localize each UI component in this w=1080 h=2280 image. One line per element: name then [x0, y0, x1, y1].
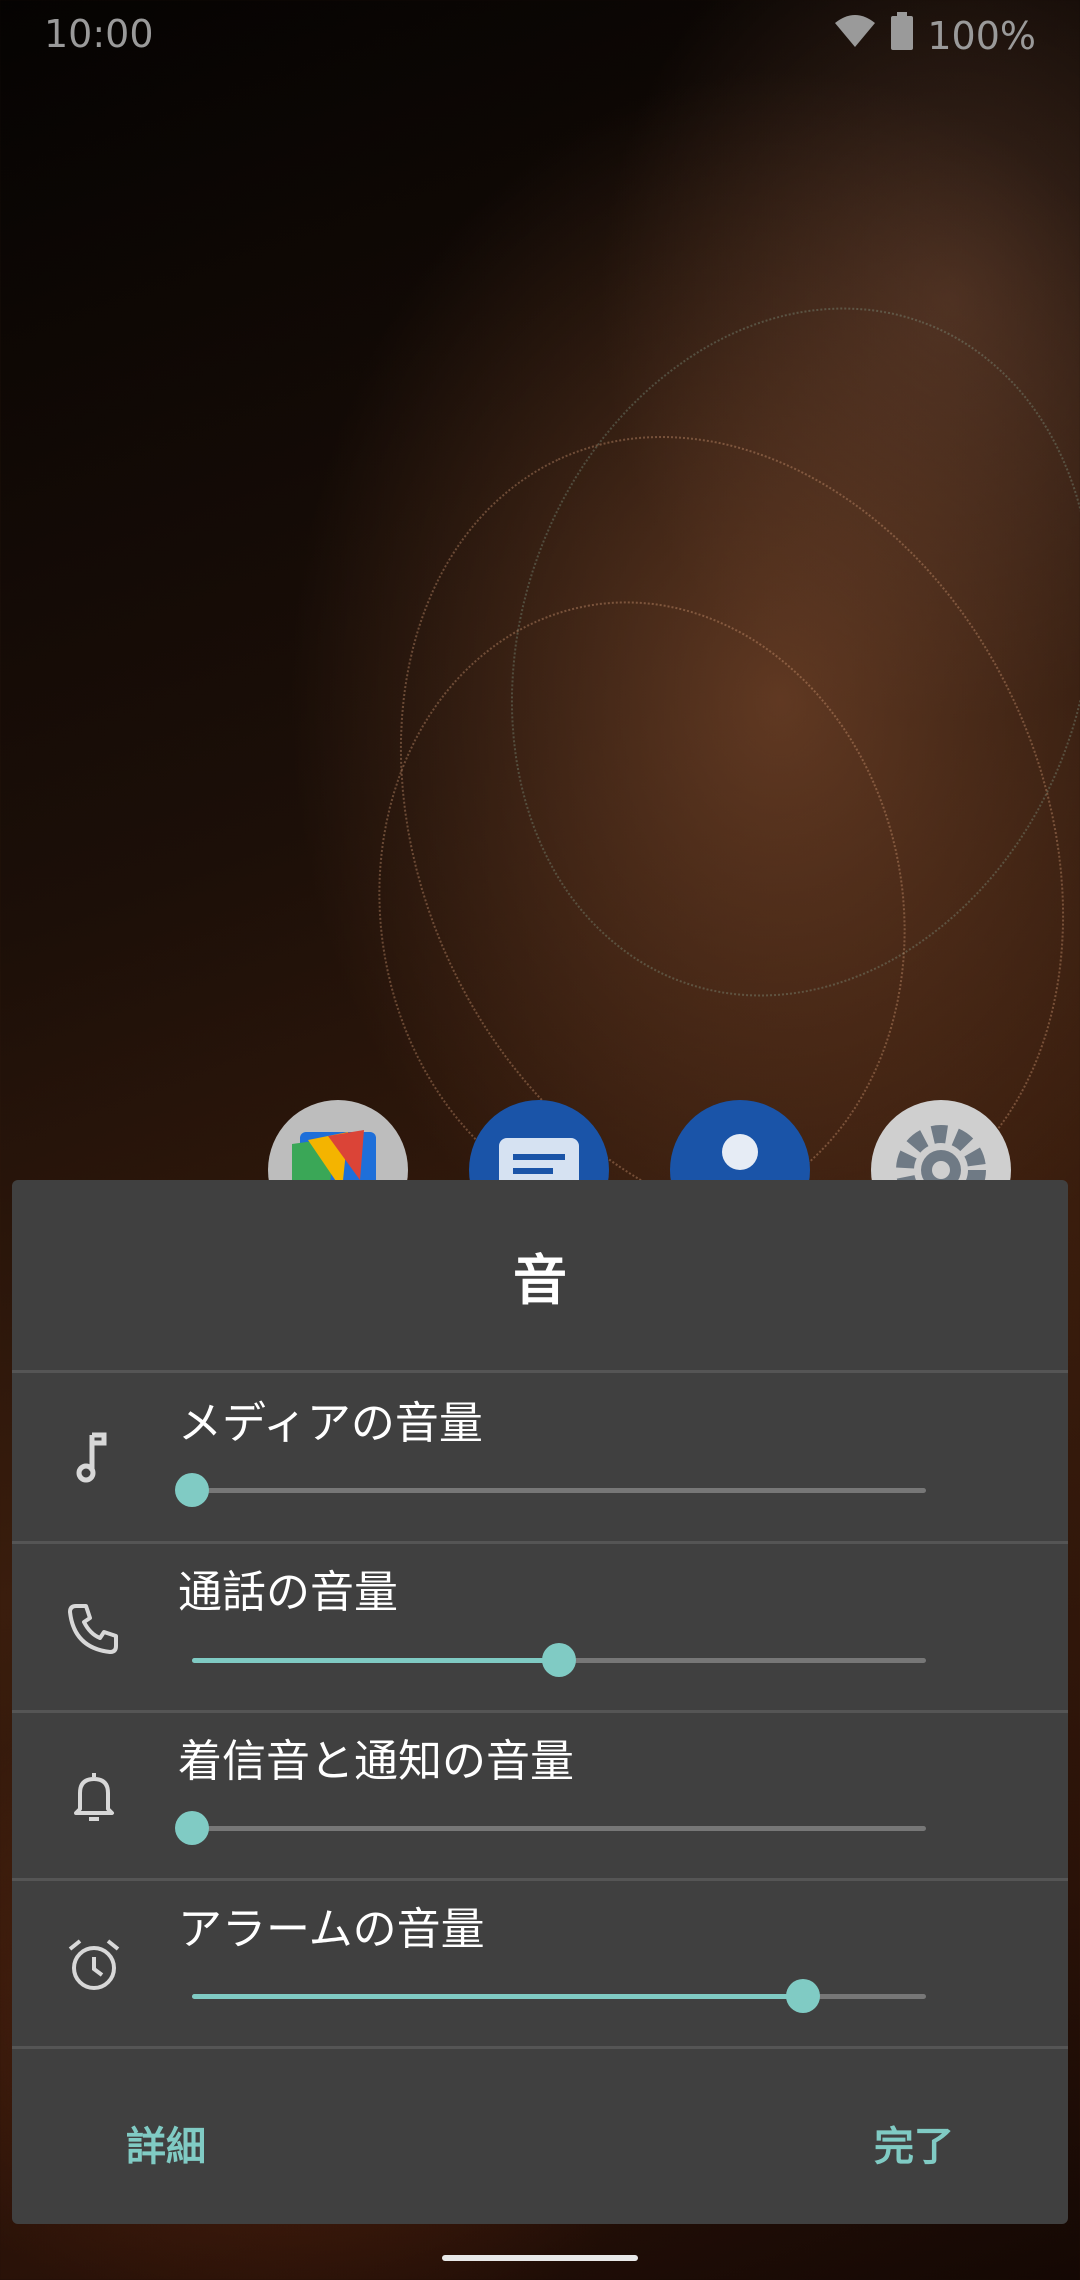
call-volume-label: 通話の音量: [178, 1567, 398, 1618]
alarm-volume-label: アラームの音量: [178, 1904, 485, 1955]
slider-thumb[interactable]: [542, 1643, 576, 1677]
media-volume-row: メディアの音量: [12, 1373, 1068, 1541]
phone-icon: [50, 1584, 138, 1672]
battery-percent: 100%: [927, 13, 1036, 58]
wifi-icon: [833, 13, 877, 58]
alarm-icon: [50, 1921, 138, 2009]
gesture-nav-handle[interactable]: [442, 2255, 638, 2261]
slider-thumb[interactable]: [786, 1979, 821, 2013]
slider-track: [192, 1488, 926, 1493]
alarm-volume-slider[interactable]: [180, 1976, 926, 2016]
status-time: 10:00: [44, 12, 154, 56]
media-volume-label: メディアの音量: [178, 1398, 483, 1449]
slider-fill: [192, 1658, 559, 1663]
slider-track: [192, 1826, 926, 1831]
music-note-icon: [50, 1413, 138, 1501]
dialog-title: 音: [513, 1248, 567, 1312]
slider-thumb[interactable]: [175, 1473, 209, 1507]
ring-volume-row: 着信音と通知の音量: [12, 1713, 1068, 1881]
status-bar: 10:00 100%: [0, 0, 1080, 72]
media-volume-slider[interactable]: [175, 1470, 926, 1510]
slider-thumb[interactable]: [175, 1811, 209, 1845]
ring-volume-label: 着信音と通知の音量: [178, 1736, 574, 1787]
call-volume-slider[interactable]: [180, 1640, 926, 1680]
alarm-volume-row: アラームの音量: [12, 1881, 1068, 2049]
slider-fill: [192, 1994, 804, 1999]
ring-volume-slider[interactable]: [175, 1808, 926, 1848]
divider: [12, 2046, 1068, 2049]
bell-icon: [50, 1753, 138, 1841]
done-button[interactable]: 完了: [874, 2114, 954, 2172]
details-button[interactable]: 詳細: [126, 2114, 206, 2172]
call-volume-row: 通話の音量: [12, 1544, 1068, 1712]
sound-dialog: 音 メディアの音量 通話の音量 着信音と通知の音量 アラームの音量 詳細 完了: [12, 1180, 1068, 2224]
status-icons: 100%: [833, 12, 1036, 59]
battery-icon: [891, 12, 914, 59]
